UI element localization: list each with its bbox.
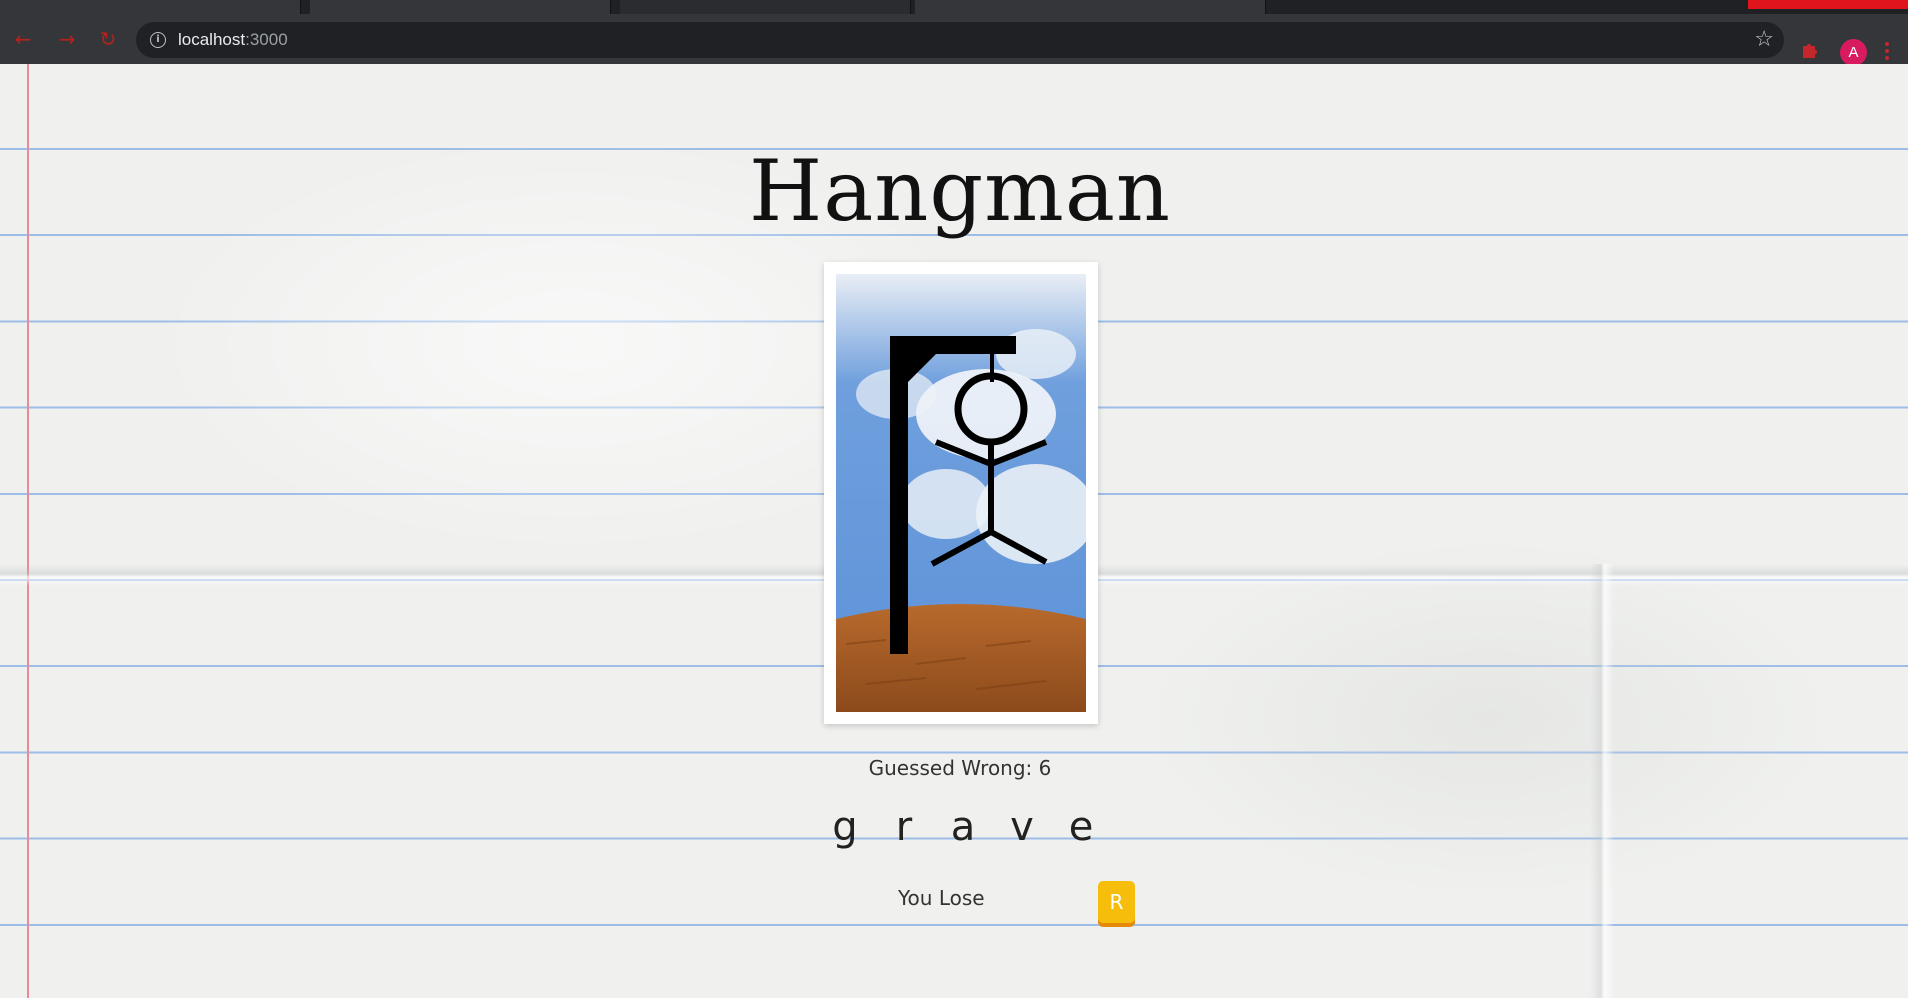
browser-tab-active[interactable] bbox=[620, 0, 911, 14]
word-letter: g bbox=[832, 804, 858, 850]
wrong-guess-counter: Guessed Wrong: 6 bbox=[868, 756, 1052, 780]
browser-tab[interactable] bbox=[310, 0, 611, 14]
browser-toolbar: ← → ↻ i localhost:3000 ☆ A bbox=[0, 14, 1908, 66]
hangman-card bbox=[824, 262, 1098, 724]
page-title: Hangman bbox=[748, 142, 1172, 240]
word-letter: e bbox=[1068, 804, 1094, 850]
window-controls[interactable] bbox=[1748, 0, 1908, 9]
paper-fold bbox=[1590, 564, 1614, 998]
address-bar[interactable]: i localhost:3000 ☆ bbox=[136, 22, 1784, 58]
game-status: You Lose bbox=[898, 886, 985, 910]
word-letter: r bbox=[895, 804, 913, 850]
forward-arrow-icon[interactable]: → bbox=[56, 28, 78, 50]
back-arrow-icon[interactable]: ← bbox=[12, 28, 34, 50]
info-icon[interactable]: i bbox=[150, 32, 166, 48]
avatar[interactable]: A bbox=[1840, 39, 1867, 66]
word-display: g r a v e bbox=[825, 804, 1101, 864]
extension-puzzle-icon[interactable] bbox=[1800, 40, 1820, 60]
browser-tab[interactable] bbox=[0, 0, 301, 14]
word-letter: a bbox=[950, 804, 976, 850]
hangman-image bbox=[836, 274, 1086, 712]
reset-button[interactable]: R bbox=[1098, 881, 1135, 923]
kebab-menu-icon[interactable] bbox=[1884, 40, 1890, 62]
star-icon[interactable]: ☆ bbox=[1754, 27, 1774, 52]
word-letter: v bbox=[1010, 804, 1034, 850]
url-text[interactable]: localhost:3000 bbox=[178, 30, 288, 50]
url-port: :3000 bbox=[245, 30, 288, 49]
tab-strip bbox=[0, 0, 1908, 14]
reload-icon[interactable]: ↻ bbox=[97, 28, 119, 50]
page-background: Hangman Guessed Wrong: 6 g r a v e You L… bbox=[0, 64, 1908, 998]
url-host: localhost bbox=[178, 30, 246, 49]
browser-tab[interactable] bbox=[915, 0, 1266, 14]
